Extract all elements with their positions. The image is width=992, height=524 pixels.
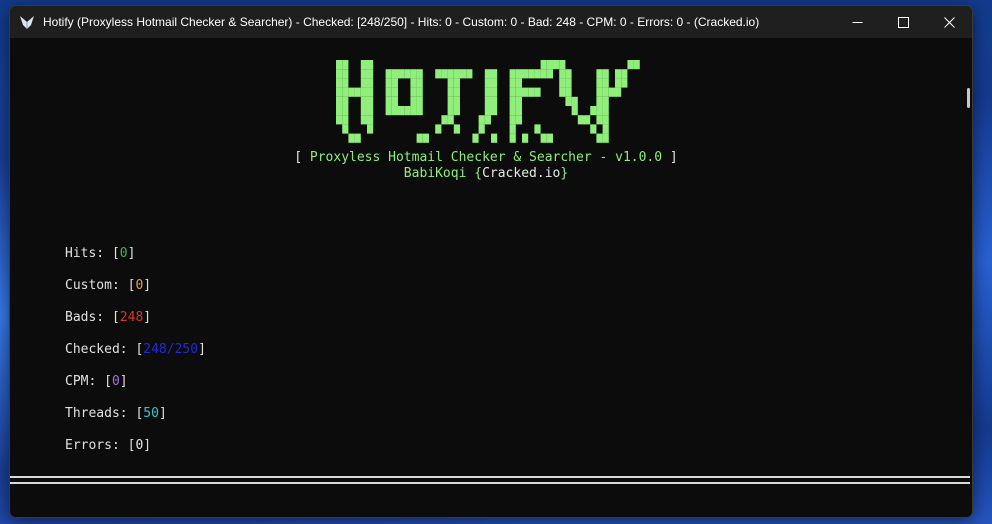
stat-value: 248 bbox=[119, 310, 144, 325]
stat-close: ] bbox=[158, 406, 167, 421]
stat-label: Threads: [ bbox=[65, 406, 144, 421]
minimize-button[interactable] bbox=[834, 6, 880, 38]
stat-label: Bads: [ bbox=[65, 310, 120, 325]
stat-close: ] bbox=[119, 374, 128, 389]
hotify-ascii-logo bbox=[336, 60, 640, 143]
stat-threads: Threads: [50] bbox=[65, 406, 206, 438]
minimize-icon bbox=[852, 21, 862, 23]
stat-value: 50 bbox=[143, 406, 159, 421]
site-open-brace: { bbox=[466, 166, 483, 181]
stat-bads: Bads: [248] bbox=[65, 310, 206, 342]
stat-label: CPM: [ bbox=[65, 374, 112, 389]
stats-list: Hits: [0] Custom: [0] Bads: [248] Checke… bbox=[65, 246, 206, 470]
stat-hits: Hits: [0] bbox=[65, 246, 206, 278]
subtitle-text: Proxyless Hotmail Checker & Searcher - v… bbox=[309, 150, 663, 165]
site-name: Cracked.io bbox=[482, 166, 561, 181]
stat-label: Errors: [ bbox=[65, 438, 136, 453]
window-title: Hotify (Proxyless Hotmail Checker & Sear… bbox=[43, 15, 760, 29]
stat-errors: Errors: [0] bbox=[65, 438, 206, 470]
subtitle-open-bracket: [ bbox=[294, 150, 310, 165]
divider-line bbox=[10, 476, 970, 484]
stat-value: 0 bbox=[111, 374, 120, 389]
stat-close: ] bbox=[143, 310, 152, 325]
stat-label: Checked: [ bbox=[65, 342, 144, 357]
stat-value: 0 bbox=[119, 246, 128, 261]
console-window: Hotify (Proxyless Hotmail Checker & Sear… bbox=[9, 5, 973, 518]
close-button[interactable] bbox=[926, 6, 972, 38]
title-bar[interactable]: Hotify (Proxyless Hotmail Checker & Sear… bbox=[10, 6, 972, 38]
scrollbar-thumb[interactable] bbox=[967, 88, 970, 108]
stat-cpm: CPM: [0] bbox=[65, 374, 206, 406]
close-icon bbox=[943, 16, 955, 28]
banner-subtitle: [ Proxyless Hotmail Checker & Searcher -… bbox=[10, 150, 962, 166]
stat-custom: Custom: [0] bbox=[65, 278, 206, 310]
maximize-icon bbox=[897, 16, 909, 28]
subtitle-close-bracket: ] bbox=[662, 150, 678, 165]
console-output[interactable]: [ Proxyless Hotmail Checker & Searcher -… bbox=[10, 38, 972, 517]
stat-close: ] bbox=[143, 278, 152, 293]
stat-value: 248/250 bbox=[143, 342, 199, 357]
maximize-button[interactable] bbox=[880, 6, 926, 38]
stat-label: Hits: [ bbox=[65, 246, 120, 261]
stat-close: ] bbox=[127, 246, 136, 261]
stat-close: ] bbox=[143, 438, 152, 453]
stat-close: ] bbox=[198, 342, 206, 357]
stat-label: Custom: [ bbox=[65, 278, 136, 293]
stat-checked: Checked: [248/250] bbox=[65, 342, 206, 374]
window-controls bbox=[834, 6, 972, 38]
site-close-brace: } bbox=[560, 166, 569, 181]
app-icon bbox=[20, 16, 34, 29]
author-name: BabiKoqi bbox=[403, 166, 467, 181]
banner-credit: BabiKoqi {Cracked.io} bbox=[10, 166, 962, 182]
